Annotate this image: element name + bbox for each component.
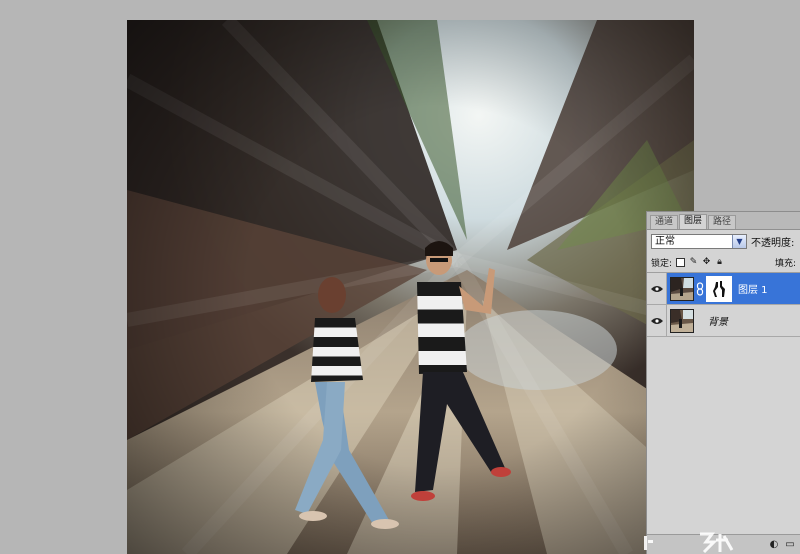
lock-label: 锁定: xyxy=(651,258,673,269)
adjustment-layer-icon[interactable]: ◐ xyxy=(768,539,780,551)
lock-image-pixels-icon[interactable]: ✎ xyxy=(689,257,698,267)
layer-mask-thumbnail[interactable] xyxy=(706,275,732,302)
layer-row[interactable]: 图层 1 xyxy=(647,273,800,305)
layer-thumbnail[interactable] xyxy=(670,276,694,301)
blend-mode-row: 正常 ▼ 不透明度: xyxy=(647,230,800,252)
layers-panel: 通道 图层 路径 正常 ▼ 不透明度: 锁定: ✎ ✥ 🔒︎ 填充: 图层 1 … xyxy=(646,211,800,554)
document-canvas[interactable] xyxy=(127,20,694,554)
eye-icon xyxy=(650,317,663,324)
fill-label: 填充: xyxy=(774,258,796,269)
zoom-blur-photo xyxy=(127,20,694,554)
lock-row: 锁定: ✎ ✥ 🔒︎ 填充: xyxy=(647,252,800,273)
lock-position-icon[interactable]: ✥ xyxy=(702,257,711,267)
panel-tab-strip: 通道 图层 路径 xyxy=(647,212,800,230)
tab-paths[interactable]: 路径 xyxy=(708,215,737,229)
layer-visibility-toggle[interactable] xyxy=(647,273,667,304)
layer-visibility-toggle[interactable] xyxy=(647,305,667,336)
chevron-down-icon[interactable]: ▼ xyxy=(732,234,746,248)
eye-icon xyxy=(650,285,663,292)
layer-name[interactable]: 背景 xyxy=(708,313,728,328)
layer-thumbnail[interactable] xyxy=(670,308,694,333)
image-thumbnail-icon xyxy=(671,277,693,300)
blend-mode-select[interactable]: 正常 ▼ xyxy=(651,233,747,249)
tab-layers[interactable]: 图层 xyxy=(679,214,708,229)
blend-mode-value: 正常 xyxy=(655,235,675,247)
opacity-label: 不透明度: xyxy=(751,237,795,249)
layer-row[interactable]: 背景 xyxy=(647,305,800,337)
link-chain-icon[interactable] xyxy=(696,281,704,296)
watermark-logo xyxy=(644,532,734,554)
tab-channels[interactable]: 通道 xyxy=(650,215,679,229)
layer-name[interactable]: 图层 1 xyxy=(738,281,768,296)
image-thumbnail-icon xyxy=(671,309,693,332)
new-group-icon[interactable]: ▭ xyxy=(784,539,796,551)
mask-silhouette-icon xyxy=(707,276,731,301)
lock-transparent-pixels-icon[interactable] xyxy=(676,257,686,267)
lock-all-icon[interactable]: 🔒︎ xyxy=(715,257,724,267)
